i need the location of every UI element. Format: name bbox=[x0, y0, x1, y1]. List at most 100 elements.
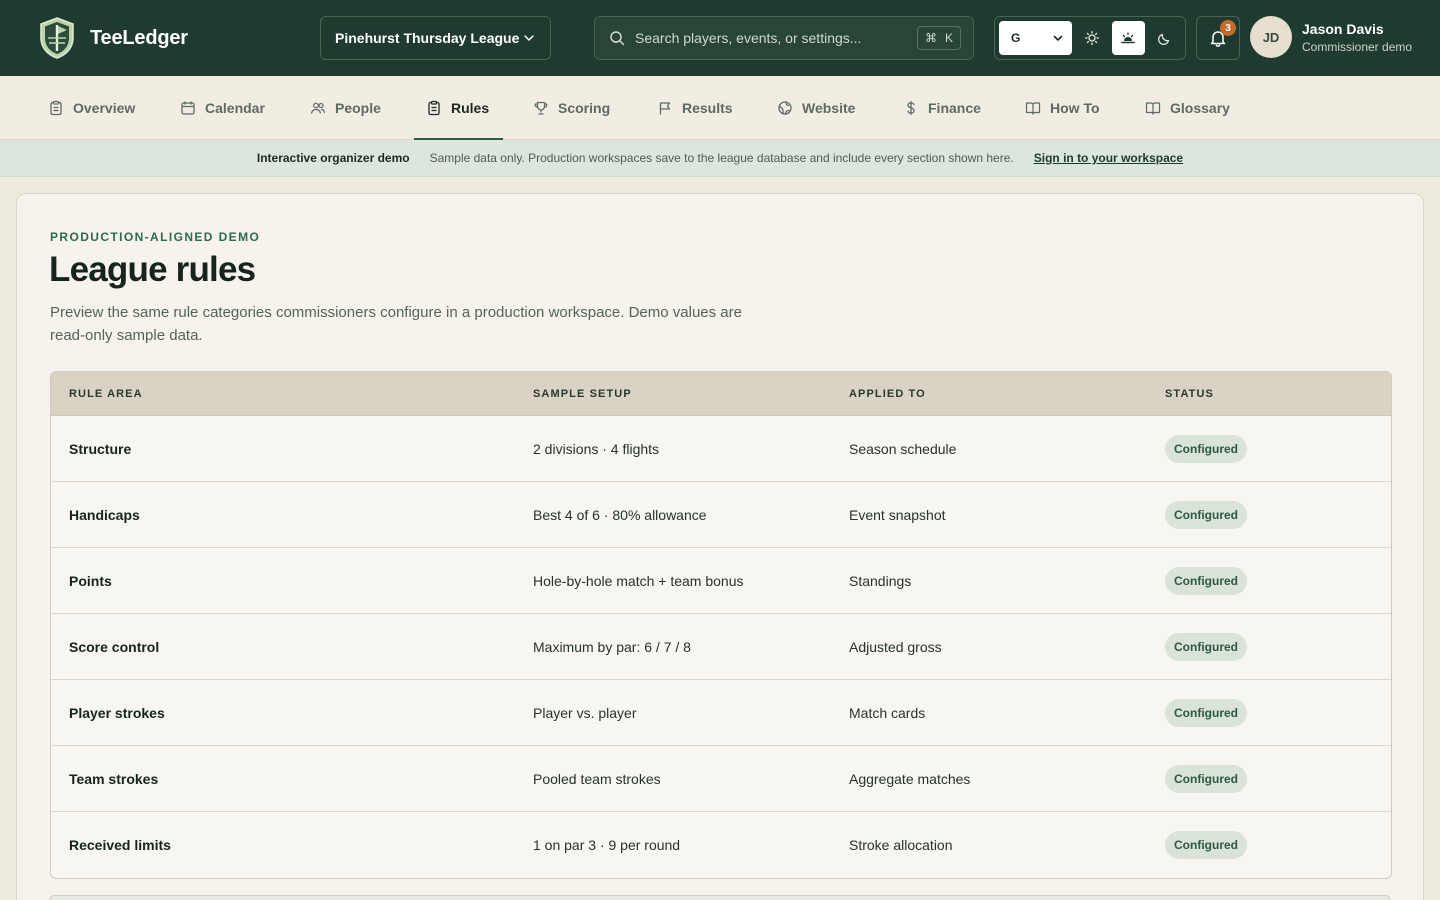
shortcut-key: K bbox=[944, 31, 953, 45]
tab-label: Rules bbox=[451, 100, 490, 116]
applied-to: Stroke allocation bbox=[849, 837, 953, 853]
applied-to: Event snapshot bbox=[849, 507, 946, 523]
rule-area: Player strokes bbox=[69, 705, 165, 721]
dark-mode-button[interactable] bbox=[1149, 21, 1181, 55]
calendar-icon bbox=[181, 101, 195, 115]
tab-people[interactable]: People bbox=[298, 76, 393, 140]
user-menu[interactable]: JD Jason Davis Commissioner demo bbox=[1250, 16, 1412, 58]
notification-count-badge: 3 bbox=[1220, 20, 1236, 36]
rule-area: Structure bbox=[69, 441, 132, 457]
applied-to: Season schedule bbox=[849, 441, 957, 457]
league-selector-value: Pinehurst Thursday League bbox=[335, 30, 520, 46]
sample-setup: 2 divisions · 4 flights bbox=[533, 441, 660, 457]
table-row: Player strokes Player vs. player Match c… bbox=[51, 680, 1391, 746]
sunrise-mode-button[interactable] bbox=[1112, 21, 1145, 55]
status-cell: Configured bbox=[1165, 482, 1247, 548]
theme-select-value: G bbox=[1011, 31, 1021, 45]
column-header-status: STATUS bbox=[1165, 388, 1214, 400]
table-row: Team strokes Pooled team strokes Aggrega… bbox=[51, 746, 1391, 812]
theme-select[interactable]: G bbox=[999, 21, 1072, 55]
eyebrow-label: PRODUCTION-ALIGNED DEMO bbox=[50, 230, 261, 244]
tab-label: Scoring bbox=[558, 100, 611, 116]
tab-finance[interactable]: Finance bbox=[891, 76, 993, 140]
tab-how-to[interactable]: How To bbox=[1013, 76, 1112, 140]
rule-area: Team strokes bbox=[69, 771, 159, 787]
tab-scoring[interactable]: Scoring bbox=[521, 76, 622, 140]
user-role: Commissioner demo bbox=[1302, 39, 1413, 54]
clipboard-icon bbox=[50, 100, 62, 116]
tab-glossary[interactable]: Glossary bbox=[1133, 76, 1242, 140]
column-header-rule-area: RULE AREA bbox=[69, 388, 143, 400]
clipboard-icon bbox=[428, 100, 440, 116]
sign-in-link[interactable]: Sign in to your workspace bbox=[1034, 151, 1183, 165]
dollar-icon bbox=[907, 100, 915, 116]
sample-setup: Maximum by par: 6 / 7 / 8 bbox=[533, 639, 691, 655]
user-name: Jason Davis bbox=[1302, 20, 1384, 37]
sunrise-icon bbox=[1121, 32, 1135, 44]
table-row: Handicaps Best 4 of 6 · 80% allowance Ev… bbox=[51, 482, 1391, 548]
next-section-edge bbox=[49, 895, 1391, 900]
table-row: Score control Maximum by par: 6 / 7 / 8 … bbox=[51, 614, 1391, 680]
rule-area: Score control bbox=[69, 639, 160, 655]
rules-table: RULE AREA SAMPLE SETUP APPLIED TO STATUS… bbox=[50, 371, 1392, 879]
page-description: Preview the same rule categories commiss… bbox=[50, 304, 742, 344]
tab-overview[interactable]: Overview bbox=[36, 76, 147, 140]
status-badge: Configured bbox=[1165, 567, 1247, 595]
league-selector[interactable]: Pinehurst Thursday League bbox=[320, 16, 551, 60]
tab-results[interactable]: Results bbox=[645, 76, 745, 140]
moon-icon bbox=[1157, 33, 1169, 46]
page-title: League rules bbox=[49, 250, 256, 289]
chevron-down-icon bbox=[524, 35, 534, 41]
sun-icon bbox=[1084, 30, 1099, 46]
tab-label: People bbox=[335, 100, 381, 116]
keyboard-shortcut: ⌘ K bbox=[916, 26, 961, 50]
status-cell: Configured bbox=[1165, 746, 1247, 812]
flag-icon bbox=[659, 102, 671, 115]
globe-icon bbox=[778, 101, 792, 115]
light-mode-button[interactable] bbox=[1076, 21, 1108, 55]
tab-calendar[interactable]: Calendar bbox=[168, 76, 277, 140]
rules-card: PRODUCTION-ALIGNED DEMO League rules Pre… bbox=[16, 193, 1424, 900]
rule-area: Received limits bbox=[69, 837, 171, 853]
trophy-icon bbox=[534, 101, 548, 115]
status-cell: Configured bbox=[1165, 548, 1247, 614]
tab-label: Results bbox=[682, 100, 733, 116]
tab-label: Finance bbox=[928, 100, 981, 116]
rule-area: Points bbox=[69, 573, 112, 589]
tab-rules[interactable]: Rules bbox=[414, 76, 503, 141]
tab-label: Glossary bbox=[1170, 100, 1230, 116]
applied-to: Aggregate matches bbox=[849, 771, 971, 787]
banner-title: Interactive organizer demo bbox=[256, 151, 410, 165]
brand[interactable]: TeeLedger bbox=[38, 16, 188, 60]
status-cell: Configured bbox=[1165, 812, 1247, 878]
sample-setup: Hole-by-hole match + team bonus bbox=[533, 573, 744, 589]
brand-name: TeeLedger bbox=[90, 26, 188, 49]
applied-to: Standings bbox=[849, 573, 912, 589]
status-badge: Configured bbox=[1165, 501, 1247, 529]
table-row: Structure 2 divisions · 4 flights Season… bbox=[51, 416, 1391, 482]
theme-switcher: G bbox=[994, 16, 1186, 60]
status-cell: Configured bbox=[1165, 416, 1247, 482]
table-row: Received limits 1 on par 3 · 9 per round… bbox=[51, 812, 1391, 878]
book-icon bbox=[1025, 102, 1041, 115]
table-row: Points Hole-by-hole match + team bonus S… bbox=[51, 548, 1391, 614]
column-header-applied-to: APPLIED TO bbox=[849, 388, 926, 400]
notifications-button[interactable]: 3 bbox=[1196, 16, 1240, 60]
tab-website[interactable]: Website bbox=[765, 76, 867, 140]
status-badge: Configured bbox=[1165, 831, 1247, 859]
search-input[interactable]: Search players, events, or settings... ⌘… bbox=[594, 16, 974, 60]
status-cell: Configured bbox=[1165, 680, 1247, 746]
tab-label: Overview bbox=[73, 100, 136, 116]
people-icon bbox=[310, 102, 326, 114]
sample-setup: 1 on par 3 · 9 per round bbox=[533, 837, 681, 853]
user-info: Jason Davis Commissioner demo bbox=[1302, 21, 1412, 54]
top-bar: TeeLedger Pinehurst Thursday League Sear… bbox=[0, 0, 1440, 76]
command-key-icon: ⌘ bbox=[924, 31, 937, 45]
status-badge: Configured bbox=[1165, 435, 1247, 463]
book-icon bbox=[1145, 102, 1161, 115]
applied-to: Match cards bbox=[849, 705, 926, 721]
status-badge: Configured bbox=[1165, 699, 1247, 727]
tab-label: How To bbox=[1050, 100, 1100, 116]
banner-text: Sample data only. Production workspaces … bbox=[429, 151, 1014, 165]
sample-setup: Best 4 of 6 · 80% allowance bbox=[533, 507, 707, 523]
